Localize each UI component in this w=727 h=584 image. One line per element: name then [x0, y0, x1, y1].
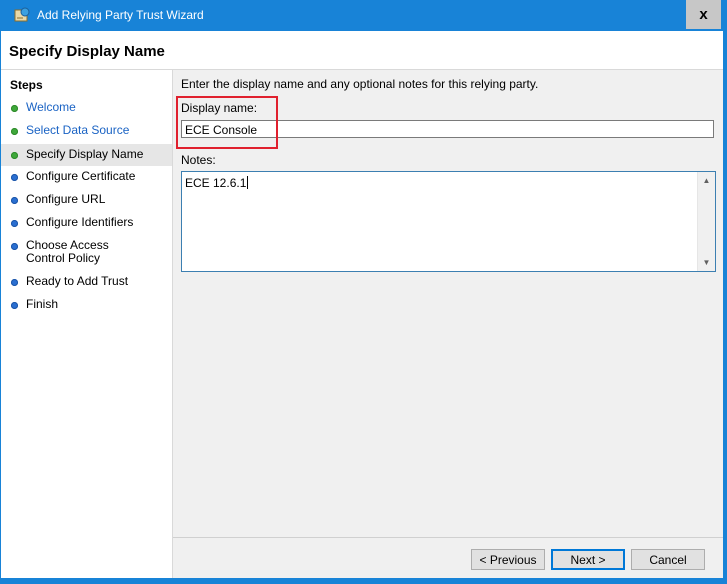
notes-scrollbar[interactable]: ▲ ▼	[697, 172, 715, 271]
step-specify-display-name[interactable]: Specify Display Name	[1, 144, 172, 166]
step-current-icon	[11, 152, 18, 159]
notes-textarea[interactable]: ECE 12.6.1 ▲ ▼	[181, 171, 716, 272]
previous-button[interactable]: < Previous	[471, 549, 545, 570]
text-caret	[247, 176, 249, 189]
scroll-down-icon[interactable]: ▼	[698, 254, 715, 271]
steps-pane: Steps Welcome Select Data Source Specify…	[1, 70, 173, 578]
step-pending-icon	[11, 302, 18, 309]
scroll-up-icon[interactable]: ▲	[698, 172, 715, 189]
page-title: Specify Display Name	[9, 43, 165, 60]
step-pending-icon	[11, 197, 18, 204]
step-select-data-source[interactable]: Select Data Source	[1, 122, 172, 141]
notes-value: ECE 12.6.1	[185, 176, 249, 190]
cancel-button[interactable]: Cancel	[631, 549, 705, 570]
content-pane: Enter the display name and any optional …	[173, 70, 723, 578]
app-icon	[14, 7, 30, 22]
highlight-annotation	[176, 96, 278, 149]
step-label: Ready to Add Trust	[26, 274, 129, 288]
step-pending-icon	[11, 220, 18, 227]
close-button[interactable]: x	[686, 0, 721, 29]
step-label: Welcome	[26, 100, 76, 114]
step-complete-icon	[11, 128, 18, 135]
step-welcome[interactable]: Welcome	[1, 99, 172, 118]
step-label: Configure Identifiers	[26, 215, 134, 229]
instructions-text: Enter the display name and any optional …	[181, 77, 539, 91]
step-label: Configure Certificate	[26, 169, 136, 183]
notes-label: Notes:	[181, 153, 216, 167]
step-ready-to-add-trust: Ready to Add Trust	[1, 273, 172, 292]
step-choose-access-control-policy: Choose Access Control Policy	[1, 237, 172, 269]
step-pending-icon	[11, 174, 18, 181]
page-header: Specify Display Name	[1, 31, 723, 70]
step-complete-icon	[11, 105, 18, 112]
step-label: Specify Display Name	[26, 147, 144, 161]
step-label: Select Data Source	[26, 123, 130, 137]
next-button[interactable]: Next >	[551, 549, 625, 570]
steps-heading: Steps	[10, 78, 43, 92]
step-pending-icon	[11, 243, 18, 250]
wizard-window: Add Relying Party Trust Wizard x Specify…	[0, 0, 727, 584]
title-bar[interactable]: Add Relying Party Trust Wizard x	[0, 0, 727, 31]
step-finish: Finish	[1, 296, 172, 315]
close-icon: x	[699, 6, 708, 23]
window-title: Add Relying Party Trust Wizard	[37, 8, 204, 22]
button-divider	[173, 537, 723, 538]
step-configure-certificate: Configure Certificate	[1, 168, 172, 187]
step-configure-identifiers: Configure Identifiers	[1, 214, 172, 233]
step-label: Choose Access Control Policy	[26, 238, 109, 265]
step-label: Configure URL	[26, 192, 106, 206]
step-label: Finish	[26, 297, 59, 311]
wizard-body: Specify Display Name Steps Welcome Selec…	[1, 31, 723, 578]
step-pending-icon	[11, 279, 18, 286]
step-configure-url: Configure URL	[1, 191, 172, 210]
window-border	[0, 578, 727, 584]
